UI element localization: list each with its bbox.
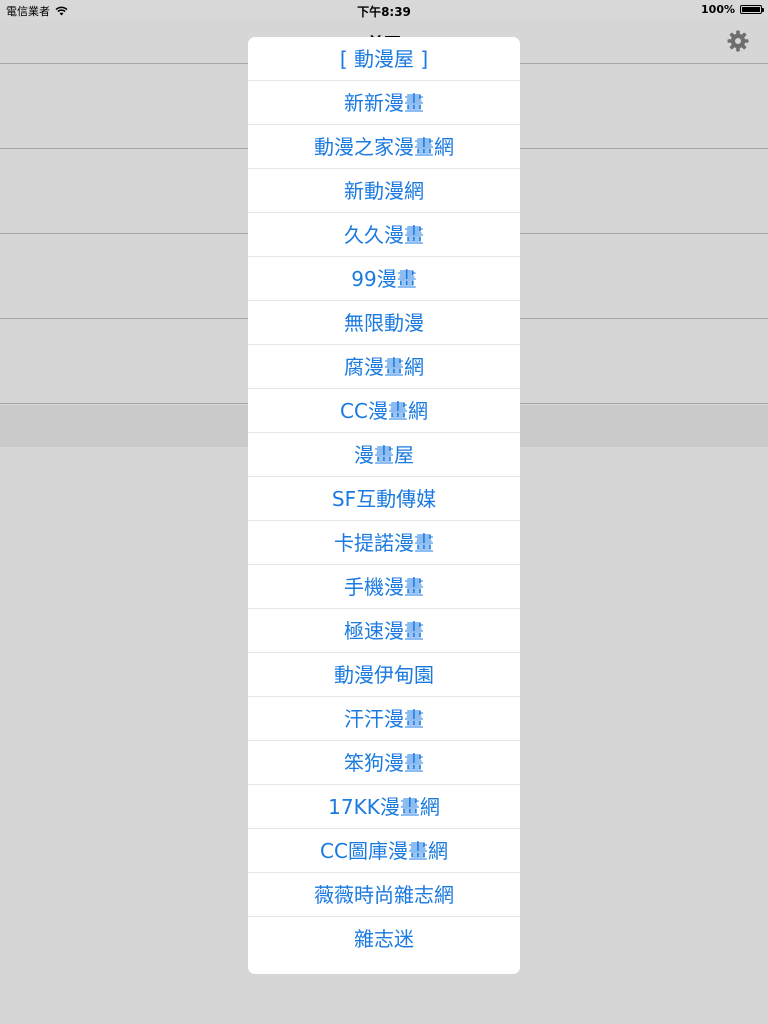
status-bar: 電信業者 下午8:39 100%	[0, 0, 768, 20]
menu-item-13[interactable]: 極速漫畫	[248, 609, 520, 653]
menu-item-17[interactable]: 17KK漫畫網	[248, 785, 520, 829]
menu-item-1[interactable]: 新新漫畫	[248, 81, 520, 125]
menu-item-18[interactable]: CC圖庫漫畫網	[248, 829, 520, 873]
menu-item-2[interactable]: 動漫之家漫畫網	[248, 125, 520, 169]
menu-item-11[interactable]: 卡提諾漫畫	[248, 521, 520, 565]
battery-percent: 100%	[701, 3, 735, 16]
status-time: 下午8:39	[357, 5, 411, 19]
status-right: 100%	[701, 3, 764, 16]
battery-icon	[740, 5, 764, 14]
menu-item-10[interactable]: SF互動傳媒	[248, 477, 520, 521]
battery-fill	[742, 7, 760, 12]
menu-item-3[interactable]: 新動漫網	[248, 169, 520, 213]
menu-item-5[interactable]: 99漫畫	[248, 257, 520, 301]
menu-item-6[interactable]: 無限動漫	[248, 301, 520, 345]
menu-item-8[interactable]: CC漫畫網	[248, 389, 520, 433]
menu-item-14[interactable]: 動漫伊甸園	[248, 653, 520, 697]
menu-item-9[interactable]: 漫畫屋	[248, 433, 520, 477]
source-popover: [ 動漫屋 ] 新新漫畫 動漫之家漫畫網 新動漫網 久久漫畫 99漫畫 無限動漫…	[248, 37, 520, 974]
menu-item-20[interactable]: 雜志迷	[248, 917, 520, 961]
menu-item-12[interactable]: 手機漫畫	[248, 565, 520, 609]
gear-icon[interactable]	[726, 29, 750, 53]
menu-item-4[interactable]: 久久漫畫	[248, 213, 520, 257]
menu-item-0[interactable]: [ 動漫屋 ]	[248, 37, 520, 81]
menu-item-19[interactable]: 薇薇時尚雜志網	[248, 873, 520, 917]
menu-item-7[interactable]: 腐漫畫網	[248, 345, 520, 389]
menu-item-15[interactable]: 汗汗漫畫	[248, 697, 520, 741]
menu-item-16[interactable]: 笨狗漫畫	[248, 741, 520, 785]
